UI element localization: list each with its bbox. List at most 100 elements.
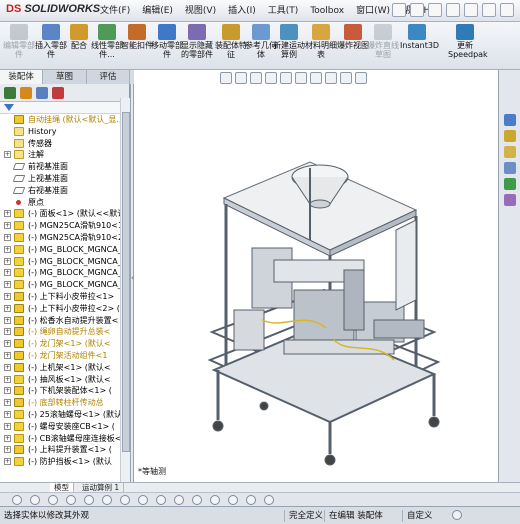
select-icon[interactable]: [482, 3, 496, 17]
expand-toggle-icon[interactable]: +: [4, 304, 11, 312]
appearances-icon[interactable]: [504, 178, 516, 190]
expand-toggle-icon[interactable]: +: [4, 316, 11, 324]
ribbon-button[interactable]: 爆炸直线草图: [366, 24, 400, 59]
rectangle-icon[interactable]: [84, 495, 94, 505]
ribbon-button[interactable]: 编辑零部件: [2, 24, 36, 59]
menu-item[interactable]: 工具(T): [262, 4, 305, 18]
tree-node[interactable]: + (-) 绳卵自动提升总装<: [0, 326, 129, 338]
display-delete-icon[interactable]: [228, 495, 238, 505]
tree-filter[interactable]: [0, 102, 129, 114]
expand-toggle-icon[interactable]: +: [4, 375, 11, 383]
print-icon[interactable]: [446, 3, 460, 17]
menu-item[interactable]: 视图(V): [179, 4, 222, 18]
tree-node[interactable]: + (-) MG_BLOCK_MGNCA_ANT_: [0, 244, 129, 256]
appearance-icon[interactable]: [52, 87, 64, 99]
tree-node[interactable]: + (-) 松香水自动提升装置<: [0, 315, 129, 327]
scrollbar-thumb[interactable]: [122, 112, 130, 452]
options-icon[interactable]: [500, 3, 514, 17]
dimension-icon[interactable]: [156, 495, 166, 505]
expand-toggle-icon[interactable]: +: [4, 222, 11, 230]
trim-icon[interactable]: [120, 495, 130, 505]
status-custom[interactable]: 自定义: [402, 510, 433, 522]
tree-node[interactable]: + (-) 面板<1> (默认<<默认: [0, 208, 129, 220]
solidworks-logo[interactable]: DS SOLIDWORKS: [6, 3, 100, 15]
ribbon-button[interactable]: 新建运动算例: [272, 24, 306, 59]
expand-toggle-icon[interactable]: +: [4, 340, 11, 348]
ribbon-button[interactable]: 线性零部件...: [90, 24, 124, 59]
command-tab[interactable]: 装配体: [0, 70, 44, 84]
ribbon-button[interactable]: 显示隐藏的零部件: [180, 24, 214, 59]
open-file-icon[interactable]: [410, 3, 424, 17]
tree-node[interactable]: 上视基准面: [0, 173, 129, 185]
tree-node[interactable]: + (-) MGN25CA滑轨910<1> (: [0, 220, 129, 232]
ribbon-button[interactable]: 装配体特征: [214, 24, 248, 59]
ribbon-button[interactable]: 更新Speedpak: [448, 24, 488, 59]
filter-icon[interactable]: [4, 104, 14, 111]
tree-node[interactable]: + (-) 上料提升装置<1> (: [0, 444, 129, 456]
menu-item[interactable]: 插入(I): [222, 4, 262, 18]
expand-toggle-icon[interactable]: +: [4, 422, 11, 430]
arc-icon[interactable]: [66, 495, 76, 505]
feature-tree-icon[interactable]: [4, 87, 16, 99]
tree-node[interactable]: + (-) 上机架<1> (默认<: [0, 362, 129, 374]
tree-node[interactable]: + (-) 防护挡板<1> (默认: [0, 456, 129, 468]
ribbon-button[interactable]: 爆炸视图: [336, 24, 370, 50]
tree-node[interactable]: + (-) 底部转柱杆传动总: [0, 397, 129, 409]
graphics-viewport[interactable]: *等轴测: [134, 70, 498, 517]
tree-node[interactable]: + (-) 龙门架活动组件<1: [0, 350, 129, 362]
ribbon-button[interactable]: 移动零部件: [150, 24, 184, 59]
tree-node[interactable]: 传感器: [0, 138, 129, 150]
expand-toggle-icon[interactable]: +: [4, 446, 11, 454]
expand-toggle-icon[interactable]: +: [4, 233, 11, 241]
offset-icon[interactable]: [174, 495, 184, 505]
expand-toggle-icon[interactable]: +: [4, 281, 11, 289]
custom-properties-icon[interactable]: [504, 194, 516, 206]
tree-node[interactable]: + (-) 上下料小皮带拉<2> (: [0, 303, 129, 315]
line-icon[interactable]: [30, 495, 40, 505]
rotate-icon[interactable]: [12, 495, 22, 505]
tree-node[interactable]: 自动挂绳 (默认<默认_显...: [0, 114, 129, 126]
expand-toggle-icon[interactable]: +: [4, 434, 11, 442]
tree-node[interactable]: + (-) MG_BLOCK_MGNCA_ANT_: [0, 279, 129, 291]
expand-toggle-icon[interactable]: +: [4, 245, 11, 253]
menu-item[interactable]: 窗口(W): [350, 4, 396, 18]
view-palette-icon[interactable]: [504, 162, 516, 174]
measure-icon[interactable]: [246, 495, 256, 505]
assembly-model[interactable]: [134, 70, 498, 482]
save-icon[interactable]: [428, 3, 442, 17]
circle-icon[interactable]: [48, 495, 58, 505]
spline-icon[interactable]: [102, 495, 112, 505]
tree-node[interactable]: 右视基准面: [0, 185, 129, 197]
expand-toggle-icon[interactable]: +: [4, 292, 11, 300]
tree-node[interactable]: + (-) MG_BLOCK_MGNCA_ANT_: [0, 267, 129, 279]
tree-node[interactable]: + (-) MG_BLOCK_MGNCA_ANT_: [0, 256, 129, 268]
help-icon[interactable]: [452, 510, 462, 520]
menu-item[interactable]: 文件(F): [94, 4, 136, 18]
property-manager-icon[interactable]: [20, 87, 32, 99]
tree-node[interactable]: + (-) 螺母安装座CB<1> (: [0, 421, 129, 433]
expand-toggle-icon[interactable]: +: [4, 399, 11, 407]
expand-toggle-icon[interactable]: +: [4, 410, 11, 418]
ribbon-button[interactable]: Instant3D: [400, 24, 439, 50]
tree-node[interactable]: 原点: [0, 197, 129, 209]
convert-icon[interactable]: [210, 495, 220, 505]
expand-toggle-icon[interactable]: +: [4, 458, 11, 466]
menu-item[interactable]: Toolbox: [304, 4, 350, 18]
expand-toggle-icon[interactable]: +: [4, 328, 11, 336]
tree-node[interactable]: + (-) 抽风板<1> (默认<: [0, 374, 129, 386]
tree-node[interactable]: + (-) 25滚轴螺母<1> (默认: [0, 409, 129, 421]
tree-node[interactable]: History: [0, 126, 129, 138]
undo-icon[interactable]: [464, 3, 478, 17]
mirror-icon[interactable]: [192, 495, 202, 505]
tree-node[interactable]: + (-) MGN25CA滑轨910<2> (: [0, 232, 129, 244]
snap-icon[interactable]: [264, 495, 274, 505]
config-manager-icon[interactable]: [36, 87, 48, 99]
expand-toggle-icon[interactable]: +: [4, 363, 11, 371]
design-library-icon[interactable]: [504, 130, 516, 142]
tree-node[interactable]: 前视基准面: [0, 161, 129, 173]
expand-toggle-icon[interactable]: +: [4, 257, 11, 265]
tree-node[interactable]: + (-) 龙门架<1> (默认<: [0, 338, 129, 350]
expand-toggle-icon[interactable]: +: [4, 387, 11, 395]
expand-toggle-icon[interactable]: +: [4, 351, 11, 359]
tree-node[interactable]: + (-) 上下料小皮带拉<1>: [0, 291, 129, 303]
